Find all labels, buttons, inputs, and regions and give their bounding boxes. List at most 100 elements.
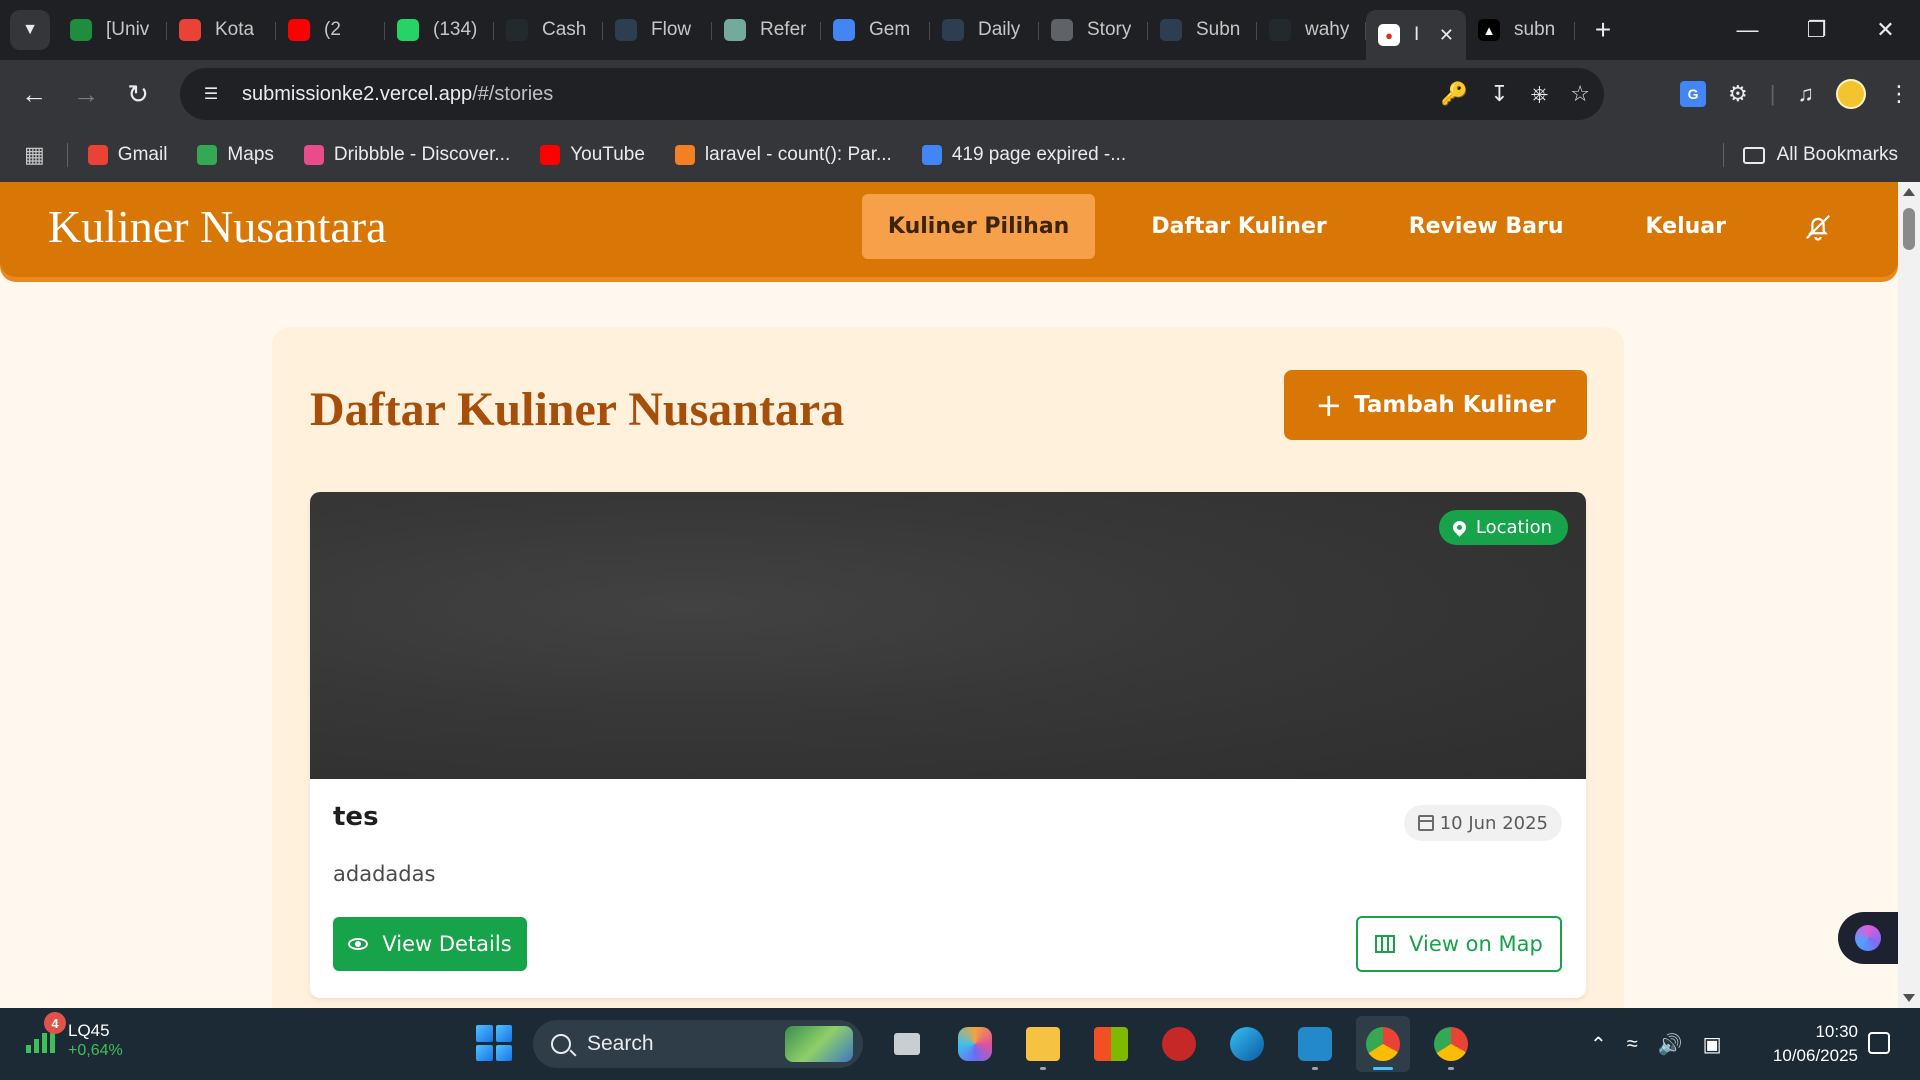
star-icon[interactable]: ☆	[1570, 81, 1590, 107]
view-details-button[interactable]: View Details	[333, 917, 527, 971]
tab[interactable]: Flow	[603, 8, 712, 52]
bookmark-item[interactable]: laravel - count(): Par...	[674, 144, 892, 166]
tab[interactable]: (134)	[385, 8, 494, 52]
apps-grid-icon[interactable]: ▦	[24, 142, 45, 168]
windows-taskbar: 4 LQ45 +0,64% Search ⌃ ≈ 🔊 ▣ 10:30 10/06…	[0, 1008, 1920, 1080]
new-tab-button[interactable]: +	[1583, 14, 1623, 46]
bookmark-list: Gmail Maps Dribbble - Discover... YouTube la…	[87, 144, 1156, 166]
reload-button[interactable]: ↻	[112, 68, 164, 120]
translate-icon[interactable]: ⎈	[1531, 81, 1549, 107]
arrow-left-icon: ←	[21, 78, 47, 109]
nav-item-keluar[interactable]: Keluar	[1620, 194, 1752, 259]
bookmark-item[interactable]: Gmail	[87, 144, 167, 166]
tab[interactable]: Refer	[712, 8, 821, 52]
app-logo[interactable]: Kuliner Nusantara	[48, 200, 387, 253]
story-date: 10 Jun 2025	[1403, 805, 1562, 841]
bookmark-label: YouTube	[570, 144, 645, 165]
avatar[interactable]	[1836, 79, 1866, 109]
scrollbar-thumb[interactable]	[1903, 208, 1915, 250]
story-description: adadadas	[333, 862, 436, 886]
tab-title: Story	[1087, 19, 1132, 40]
nav-item-review-baru[interactable]: Review Baru	[1383, 194, 1590, 259]
chevron-up-icon[interactable]: ⌃	[1590, 1032, 1607, 1057]
kebab-menu-icon[interactable]: ⋮	[1888, 81, 1910, 107]
bookmark-item[interactable]: Dribbble - Discover...	[303, 144, 510, 166]
tab-title: Cash	[542, 19, 587, 40]
tab[interactable]: Gem	[821, 8, 930, 52]
forward-button[interactable]: →	[60, 68, 112, 120]
wifi-icon[interactable]: ≈	[1627, 1033, 1638, 1056]
tab[interactable]: Daily	[930, 8, 1039, 52]
sheets-icon	[70, 19, 92, 41]
tab[interactable]: Subn	[1148, 8, 1257, 52]
notification-center-icon[interactable]	[1868, 1032, 1890, 1054]
tab[interactable]: wahy	[1257, 8, 1366, 52]
tab[interactable]: Kota	[167, 8, 276, 52]
google-translate-extension-icon[interactable]: G	[1680, 81, 1707, 107]
close-tab-icon[interactable]: ✕	[1439, 25, 1454, 46]
search-icon	[551, 1034, 571, 1054]
tab[interactable]: Cash	[494, 8, 603, 52]
all-bookmarks-button[interactable]: All Bookmarks	[1742, 128, 1898, 182]
key-icon[interactable]: 🔑	[1441, 81, 1468, 107]
notification-off-button[interactable]	[1788, 194, 1848, 259]
nav-item-kuliner-pilihan[interactable]: Kuliner Pilihan	[861, 194, 1096, 259]
tab-last[interactable]: ▲ subn	[1466, 8, 1575, 52]
copilot-button[interactable]	[948, 1016, 1002, 1072]
stories-panel: Daftar Kuliner Nusantara + Tambah Kuline…	[272, 327, 1624, 1008]
tab-title: [Univ	[106, 19, 150, 40]
install-app-icon[interactable]: ↧	[1490, 81, 1508, 107]
bookmark-item[interactable]: YouTube	[540, 144, 645, 166]
vscode-button[interactable]	[1288, 1016, 1342, 1072]
site-info-icon[interactable]: ☰	[194, 77, 228, 111]
dribbble-icon	[303, 145, 324, 165]
address-bar[interactable]: ☰ submissionke2.vercel.app/#/stories 🔑 ↧…	[180, 68, 1604, 120]
page-scrollbar[interactable]	[1898, 182, 1920, 1008]
chevron-down-icon: ▼	[22, 21, 38, 38]
eye-icon	[348, 938, 369, 950]
bookmark-item[interactable]: 419 page expired -...	[921, 144, 1126, 166]
edge-button[interactable]	[1220, 1016, 1274, 1072]
chrome-profile-button[interactable]	[1424, 1016, 1478, 1072]
restore-button[interactable]: ❐	[1782, 0, 1851, 60]
tab-list: [Univ Kota (2 (134) Cash Flow Refer Gem Daily Sto…	[58, 8, 1366, 52]
microsoft-store-button[interactable]	[1084, 1016, 1138, 1072]
chrome-button[interactable]	[1356, 1016, 1410, 1072]
back-button[interactable]: ←	[8, 68, 60, 120]
tab-active[interactable]: ● I ✕	[1366, 10, 1466, 60]
tab[interactable]: [Univ	[58, 8, 167, 52]
close-window-button[interactable]: ✕	[1851, 0, 1920, 60]
tab-title: (2	[324, 19, 341, 40]
stock-widget[interactable]: 4 LQ45 +0,64%	[26, 1012, 123, 1060]
taskbar-search[interactable]: Search	[533, 1020, 863, 1068]
floating-assistant-button[interactable]	[1838, 912, 1898, 964]
minimize-button[interactable]: —	[1713, 0, 1782, 60]
location-badge-label: Location	[1475, 517, 1552, 538]
tab[interactable]: Story	[1039, 8, 1148, 52]
url-text[interactable]: submissionke2.vercel.app/#/stories	[242, 83, 553, 106]
windows-start-icon[interactable]	[476, 1025, 512, 1061]
nav-item-daftar-kuliner[interactable]: Daftar Kuliner	[1125, 194, 1352, 259]
map-icon	[1375, 935, 1396, 953]
store-icon	[1094, 1027, 1128, 1061]
view-on-map-button[interactable]: View on Map	[1356, 916, 1562, 972]
add-kuliner-button[interactable]: + Tambah Kuliner	[1284, 370, 1587, 440]
tab-title: Daily	[978, 19, 1021, 40]
system-clock[interactable]: 10:30 10/06/2025	[1752, 1020, 1858, 1068]
puzzle-icon[interactable]: ⚙	[1728, 81, 1748, 107]
bookmark-item[interactable]: Maps	[197, 144, 274, 166]
location-badge: Location	[1438, 510, 1568, 545]
scroll-down-arrow-icon[interactable]	[1903, 994, 1915, 1002]
story-image[interactable]	[310, 492, 1586, 779]
security-app-button[interactable]	[1152, 1016, 1206, 1072]
task-view-button[interactable]	[880, 1016, 934, 1072]
volume-icon[interactable]: 🔊	[1658, 1032, 1683, 1057]
file-explorer-button[interactable]	[1016, 1016, 1070, 1072]
media-control-icon[interactable]: ♫	[1798, 81, 1815, 107]
tab-search-button[interactable]: ▼	[10, 10, 50, 50]
scroll-up-arrow-icon[interactable]	[1903, 188, 1915, 196]
toolbar-extensions: G ⚙ | ♫ ⋮	[1680, 68, 1910, 120]
tab[interactable]: (2	[276, 8, 385, 52]
battery-icon[interactable]: ▣	[1703, 1032, 1722, 1057]
view-on-map-label: View on Map	[1409, 932, 1543, 956]
